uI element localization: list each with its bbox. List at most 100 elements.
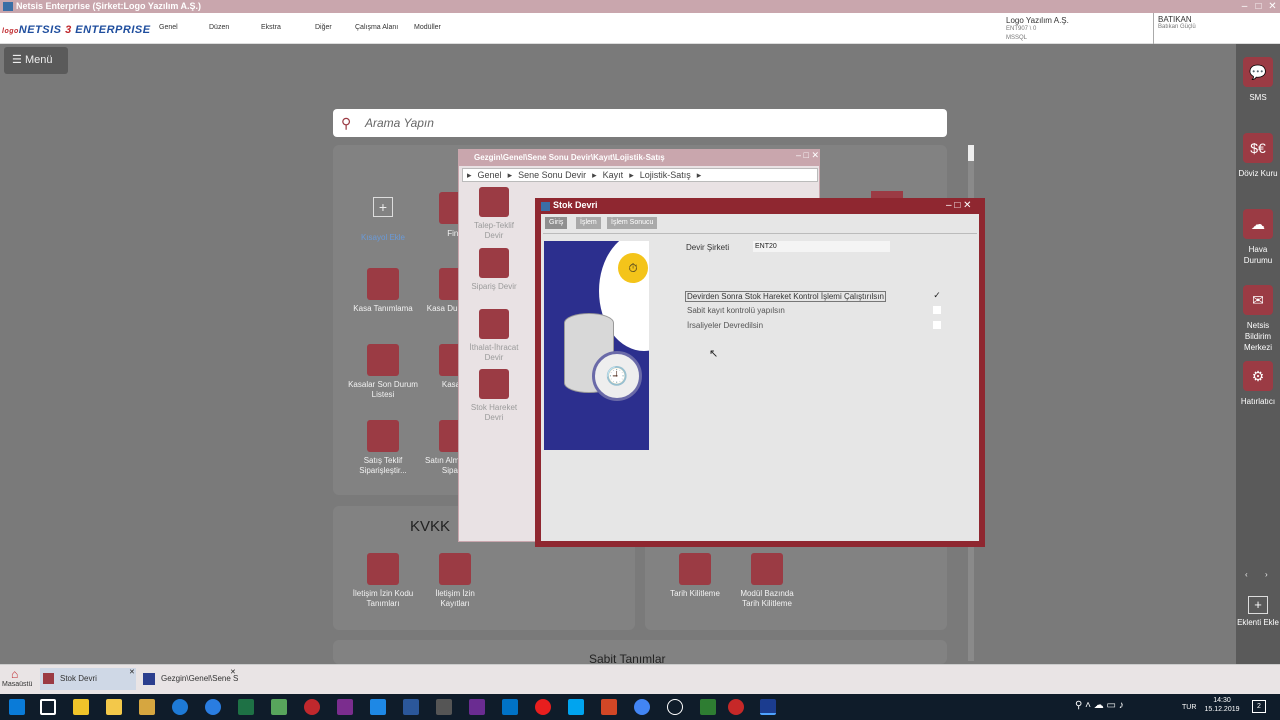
sales-quote-icon[interactable] <box>367 420 399 452</box>
gezgin-task-icon <box>143 673 155 685</box>
windows-start-icon[interactable] <box>9 699 25 715</box>
calculator-icon[interactable] <box>436 699 452 715</box>
modul-kilit-label: Modül Bazında Tarih Kilitleme <box>740 589 794 608</box>
onenote-icon[interactable] <box>337 699 353 715</box>
add-shortcut-icon[interactable]: + <box>373 197 393 217</box>
currency-icon[interactable]: $€ <box>1243 133 1273 163</box>
tab-giris[interactable]: Giriş <box>545 217 568 229</box>
option-stok-hareket-checkbox[interactable]: ✓ <box>932 290 942 300</box>
rx-icon[interactable] <box>728 699 744 715</box>
cloud-icon[interactable]: ☁ <box>1243 209 1273 239</box>
add-plugin-icon[interactable]: + <box>1248 596 1268 614</box>
notification-icon[interactable]: 2 <box>1252 700 1266 713</box>
app-icon-6[interactable] <box>700 699 716 715</box>
opera-icon[interactable] <box>535 699 551 715</box>
menu-genel[interactable]: Genel <box>159 24 178 31</box>
kvkk-title: KVKK <box>410 518 451 535</box>
gezgin-minimize-icon[interactable]: – □ ✕ <box>796 150 819 161</box>
edge-icon[interactable] <box>172 699 188 715</box>
tab-islem[interactable]: İşlem <box>576 217 601 229</box>
talep-teklif-label: Talep-Teklif Devir <box>473 221 514 240</box>
sms-label: SMS <box>1249 93 1267 102</box>
maximize-icon[interactable]: □ <box>1252 0 1265 13</box>
dialog-app-icon <box>541 202 550 211</box>
teamviewer-icon[interactable] <box>205 699 221 715</box>
ithalat-devir-icon[interactable] <box>479 309 509 339</box>
scrollbar-thumb[interactable] <box>968 145 974 161</box>
bc-kayit[interactable]: Kayıt <box>603 170 624 180</box>
sheet-icon[interactable] <box>271 699 287 715</box>
task-view-icon[interactable] <box>40 699 56 715</box>
search-icon: ⚲ <box>341 115 352 131</box>
devir-sirketi-input[interactable]: ENT20 <box>753 241 890 252</box>
app-icon-1[interactable] <box>139 699 155 715</box>
chevron-left-icon[interactable]: ‹ <box>1245 570 1248 579</box>
tray-icons[interactable]: ⚲ ˄ ☁ ▭ ♪ <box>1075 700 1124 711</box>
option-irsaliye-label[interactable]: İrsaliyeler Devredilsin <box>687 321 763 330</box>
notification-center-icon[interactable]: ✉ <box>1243 285 1273 315</box>
bc-sene-sonu[interactable]: Sene Sonu Devir <box>518 170 586 180</box>
menu-duzen[interactable]: Düzen <box>209 24 229 31</box>
option-irsaliye-checkbox[interactable] <box>933 321 941 329</box>
option-stok-hareket-label[interactable]: Devirden Sonra Stok Hareket Kontrol İşle… <box>685 291 886 302</box>
clock[interactable]: 14:30 15.12.2019 <box>1204 696 1240 714</box>
minimize-icon[interactable]: – <box>1238 0 1251 13</box>
small-clock-icon: ⏱ <box>618 253 648 283</box>
search-input[interactable]: Arama Yapın <box>333 109 947 137</box>
close-gezgin-task-icon[interactable]: ✕ <box>230 668 236 676</box>
excel-icon[interactable] <box>238 699 254 715</box>
siparis-devir-icon[interactable] <box>479 248 509 278</box>
outlook-icon[interactable] <box>502 699 518 715</box>
cash-list-icon[interactable] <box>367 344 399 376</box>
app-icon-3[interactable] <box>370 699 386 715</box>
eklenti-label: Eklenti Ekle <box>1237 618 1279 627</box>
word-icon[interactable] <box>403 699 419 715</box>
app-icon-2[interactable] <box>304 699 320 715</box>
user-info[interactable]: BATIKAN Batıkan Güçlü <box>1153 13 1236 44</box>
permission-records-icon[interactable] <box>439 553 471 585</box>
bc-genel[interactable]: Genel <box>478 170 502 180</box>
main-menu-button[interactable]: ☰ Menü <box>4 47 68 74</box>
netsis-task-icon[interactable] <box>760 699 776 715</box>
talep-teklif-icon[interactable] <box>479 187 509 217</box>
dialog-window-controls-icon[interactable]: – □ ✕ <box>946 200 972 211</box>
hamburger-icon: ☰ <box>12 54 22 66</box>
bc-lojistik[interactable]: Lojistik-Satış <box>640 170 691 180</box>
close-icon[interactable]: ✕ <box>1266 0 1279 13</box>
tarih-kilit-label: Tarih Kilitleme <box>670 589 720 598</box>
lock-icon[interactable] <box>679 553 711 585</box>
store-icon[interactable] <box>73 699 89 715</box>
task-stok-devri[interactable]: Stok Devri <box>40 668 136 690</box>
menu-ekstra[interactable]: Ekstra <box>261 24 281 31</box>
desktop-label[interactable]: Masaüstü <box>2 681 32 688</box>
menu-diger[interactable]: Diğer <box>315 24 332 31</box>
add-shortcut-label[interactable]: Kısayol Ekle <box>348 233 418 243</box>
powerpoint-icon[interactable] <box>601 699 617 715</box>
hatirlatici-label: Hatırlatıcı <box>1240 397 1276 406</box>
chrome-icon[interactable] <box>634 699 650 715</box>
gear-icon[interactable]: ⚙ <box>1243 361 1273 391</box>
cash-register-icon[interactable] <box>367 268 399 300</box>
iletisim-kodu-label: İletişim İzin Kodu Tanımları <box>352 589 414 608</box>
language-indicator[interactable]: TUR <box>1182 703 1196 712</box>
file-explorer-icon[interactable] <box>106 699 122 715</box>
menu-moduller[interactable]: Modüller <box>414 24 441 31</box>
tab-islem-sonucu[interactable]: İşlem Sonucu <box>607 217 658 229</box>
visual-studio-icon[interactable] <box>469 699 485 715</box>
close-task-icon[interactable]: ✕ <box>129 668 135 676</box>
bildirim-label: Netsis Bildirim Merkezi <box>1243 321 1272 352</box>
sms-icon[interactable]: 💬 <box>1243 57 1273 87</box>
app-icon-5[interactable] <box>667 699 683 715</box>
home-icon[interactable]: ⌂ <box>11 667 18 681</box>
option-sabit-kayit-checkbox[interactable] <box>933 306 941 314</box>
app-icon-4[interactable] <box>568 699 584 715</box>
stok-hareket-icon[interactable] <box>479 369 509 399</box>
ithalat-devir-label: İthalat-İhracat Devir <box>469 343 519 362</box>
contact-permission-icon[interactable] <box>367 553 399 585</box>
option-sabit-kayit-label[interactable]: Sabit kayıt kontrolü yapılsın <box>687 306 785 315</box>
gezgin-breadcrumb: ▸ Genel ▸ Sene Sonu Devir ▸ Kayıt ▸ Lojistik-Sa… <box>462 168 818 182</box>
module-lock-icon[interactable] <box>751 553 783 585</box>
menu-calisma-alani[interactable]: Çalışma Alanı <box>355 24 398 31</box>
chevron-right-icon[interactable]: › <box>1265 570 1268 579</box>
kasa-tanimlama-label: Kasa Tanımlama <box>353 304 413 313</box>
